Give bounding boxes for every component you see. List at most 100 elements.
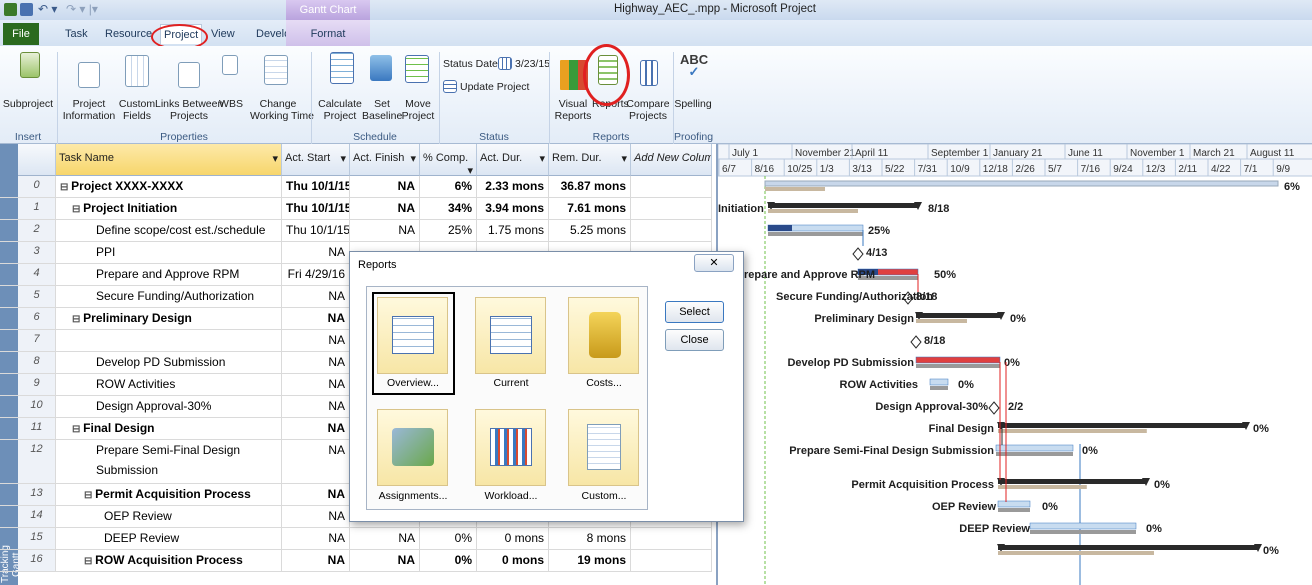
dropdown-icon[interactable]: ▾ <box>410 152 416 165</box>
project-information-icon[interactable] <box>78 62 100 88</box>
cell-start[interactable]: NA <box>282 418 350 439</box>
task-name-cell[interactable]: Secure Funding/Authorization <box>56 286 282 307</box>
tab-task[interactable]: Task <box>62 24 91 44</box>
task-name-cell[interactable]: Develop PD Submission <box>56 352 282 373</box>
current-tile[interactable] <box>475 297 546 374</box>
cell-actdur[interactable]: 0 mons <box>477 528 549 549</box>
column-header-act-dur[interactable]: Act. Dur. ▾ <box>477 144 549 176</box>
cell-start[interactable]: NA <box>282 528 350 549</box>
collapse-icon[interactable]: ⊟ <box>72 314 83 325</box>
column-header-task-name[interactable]: Task Name ▾ <box>56 144 282 176</box>
cell-empty[interactable] <box>631 528 712 549</box>
table-row[interactable]: 16 ⊟ ROW Acquisition Process NA NA 0% 0 mons 1… <box>0 550 712 572</box>
column-header-act-finish[interactable]: Act. Finish ▾ <box>350 144 420 176</box>
status-date-value[interactable]: 3/23/15 <box>515 58 550 70</box>
cell-start[interactable]: NA <box>282 286 350 307</box>
links-between-projects-button[interactable]: Links Between Projects <box>155 98 223 122</box>
change-working-time-icon[interactable] <box>264 55 288 85</box>
spelling-button[interactable]: Spelling <box>673 98 713 110</box>
cell-id[interactable]: 1 <box>18 198 56 219</box>
cell-pct[interactable]: 6% <box>420 176 477 197</box>
dropdown-icon[interactable]: ▾ <box>340 152 346 165</box>
set-baseline-button[interactable]: Set Baseline <box>362 98 402 122</box>
collapse-icon[interactable]: ⊟ <box>72 204 83 215</box>
cell-start[interactable]: NA <box>282 374 350 395</box>
calendar-icon[interactable] <box>498 57 512 70</box>
update-project-button[interactable]: Update Project <box>460 81 529 93</box>
cell-start[interactable]: NA <box>282 440 350 483</box>
dropdown-icon[interactable]: ▾ <box>272 152 278 165</box>
cell-id[interactable]: 3 <box>18 242 56 263</box>
cell-pct[interactable]: 0% <box>420 528 477 549</box>
tab-view[interactable]: View <box>208 24 238 44</box>
cell-start[interactable]: Fri 4/29/16 <box>282 264 350 285</box>
cell-start[interactable]: NA <box>282 242 350 263</box>
task-name-cell[interactable]: ⊟ ROW Acquisition Process <box>56 550 282 571</box>
links-between-projects-icon[interactable] <box>178 62 200 88</box>
task-name-cell[interactable]: Define scope/cost est./schedule <box>56 220 282 241</box>
cell-remdur[interactable]: 19 mons <box>549 550 631 571</box>
collapse-icon[interactable]: ⊟ <box>84 556 95 567</box>
cell-empty[interactable] <box>631 198 712 219</box>
table-row[interactable]: 1 ⊟ Project Initiation Thu 10/1/15 NA 34% 3.9… <box>0 198 712 220</box>
calculate-project-icon[interactable] <box>330 52 354 84</box>
set-baseline-icon[interactable] <box>370 55 392 81</box>
change-working-time-button[interactable]: Change Working Time <box>250 98 314 122</box>
task-name-cell[interactable]: Prepare Semi-Final Design Submission <box>56 440 282 483</box>
task-name-cell[interactable]: ⊟ Project XXXX-XXXX <box>56 176 282 197</box>
column-header-add-new[interactable]: Add New Colum <box>631 144 712 176</box>
cell-finish[interactable]: NA <box>350 550 420 571</box>
cell-start[interactable]: Thu 10/1/15 <box>282 220 350 241</box>
cell-empty[interactable] <box>631 220 712 241</box>
cell-id[interactable]: 2 <box>18 220 56 241</box>
move-project-button[interactable]: Move Project <box>400 98 436 122</box>
cell-id[interactable]: 8 <box>18 352 56 373</box>
compare-projects-button[interactable]: Compare Projects <box>626 98 670 122</box>
redo-icon[interactable]: ↷ ▾ |▾ <box>66 2 98 16</box>
dropdown-icon[interactable]: ▾ <box>621 152 627 165</box>
move-project-icon[interactable] <box>405 55 429 83</box>
cell-id[interactable]: 14 <box>18 506 56 527</box>
task-name-cell[interactable]: Prepare and Approve RPM <box>56 264 282 285</box>
table-row[interactable]: 0 ⊟ Project XXXX-XXXX Thu 10/1/15 NA 6% 2.33 … <box>0 176 712 198</box>
task-name-cell[interactable] <box>56 330 282 351</box>
dropdown-icon[interactable]: ▾ <box>467 164 473 175</box>
cell-actdur[interactable]: 0 mons <box>477 550 549 571</box>
close-icon[interactable]: ✕ <box>694 254 734 272</box>
cell-id[interactable]: 9 <box>18 374 56 395</box>
task-name-cell[interactable]: ⊟ Final Design <box>56 418 282 439</box>
cell-actdur[interactable]: 1.75 mons <box>477 220 549 241</box>
cell-remdur[interactable]: 7.61 mons <box>549 198 631 219</box>
custom-fields-button[interactable]: Custom Fields <box>117 98 157 122</box>
tab-format[interactable]: Format <box>286 20 370 46</box>
task-name-cell[interactable]: DEEP Review <box>56 528 282 549</box>
wbs-button[interactable]: WBS <box>218 98 244 110</box>
overview-tile[interactable] <box>377 297 448 374</box>
cell-start[interactable]: NA <box>282 308 350 329</box>
cell-finish[interactable]: NA <box>350 176 420 197</box>
costs-tile[interactable] <box>568 297 639 374</box>
collapse-icon[interactable]: ⊟ <box>72 424 83 435</box>
cell-finish[interactable]: NA <box>350 528 420 549</box>
task-name-cell[interactable]: PPI <box>56 242 282 263</box>
task-name-cell[interactable]: Design Approval-30% <box>56 396 282 417</box>
cell-id[interactable]: 0 <box>18 176 56 197</box>
cell-empty[interactable] <box>631 550 712 571</box>
select-button[interactable]: Select <box>665 301 724 323</box>
cell-start[interactable]: NA <box>282 330 350 351</box>
calculate-project-button[interactable]: Calculate Project <box>314 98 366 122</box>
visual-reports-button[interactable]: Visual Reports <box>552 98 594 122</box>
cell-finish[interactable]: NA <box>350 220 420 241</box>
project-information-button[interactable]: Project Information <box>60 98 118 122</box>
cell-start[interactable]: Thu 10/1/15 <box>282 198 350 219</box>
subproject-button[interactable]: Subproject <box>0 98 56 110</box>
cell-actdur[interactable]: 2.33 mons <box>477 176 549 197</box>
cell-id[interactable]: 10 <box>18 396 56 417</box>
cell-start[interactable]: NA <box>282 506 350 527</box>
cell-id[interactable]: 5 <box>18 286 56 307</box>
assignments-tile[interactable] <box>377 409 448 486</box>
custom-tile[interactable] <box>568 409 639 486</box>
column-header-pct-comp[interactable]: % Comp. ▾ <box>420 144 477 176</box>
cell-id[interactable]: 7 <box>18 330 56 351</box>
collapse-icon[interactable]: ⊟ <box>84 490 95 501</box>
